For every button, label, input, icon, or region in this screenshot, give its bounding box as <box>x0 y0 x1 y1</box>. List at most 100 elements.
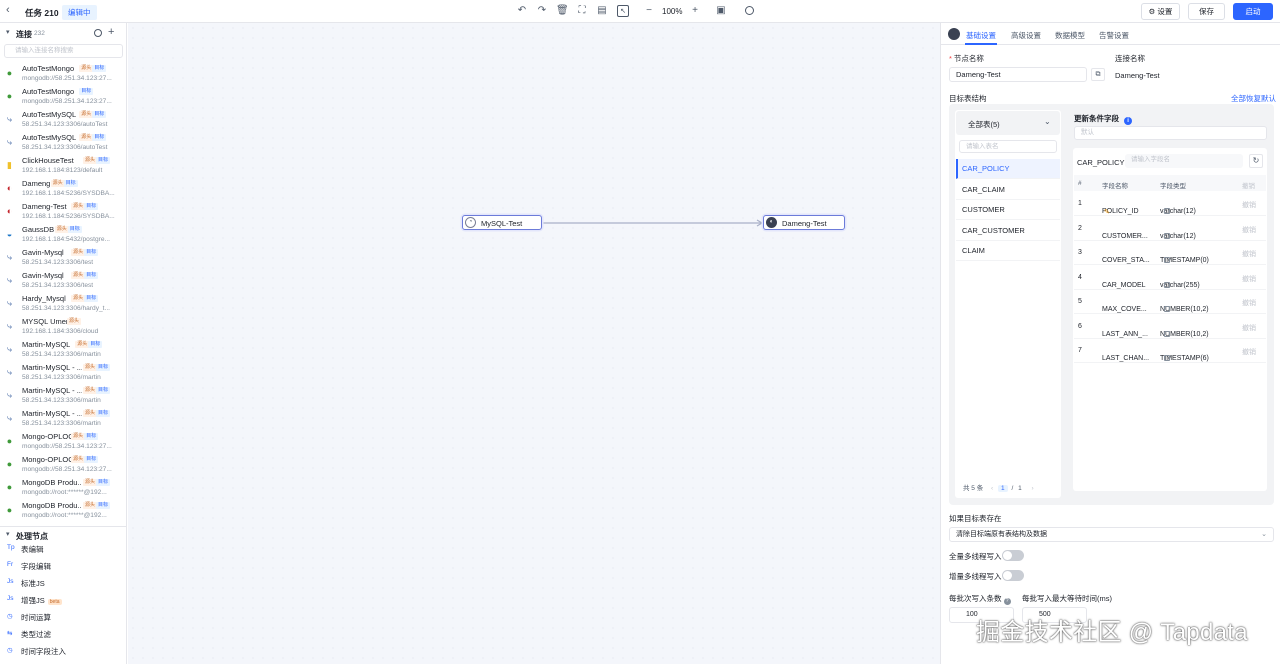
search-icon[interactable] <box>94 29 102 37</box>
table-list-item[interactable]: CAR_CLAIM <box>956 179 1060 200</box>
node-name-input[interactable]: Dameng-Test <box>949 67 1087 82</box>
pager-current[interactable]: 1 <box>998 485 1008 492</box>
connection-item[interactable]: ⤷ Gavin-Mysql 源头 目标 58.251.34.123:3306/test <box>0 269 126 292</box>
all-tables-dropdown[interactable]: 全部表(5) ⌄ <box>956 111 1060 135</box>
connection-item[interactable]: ◒ GaussDB 源头 目标 192.168.1.184:5432/postgre..… <box>0 223 126 246</box>
target-node[interactable]: ◐ Dameng-Test <box>763 215 845 230</box>
save-button[interactable]: 保存 <box>1188 3 1225 20</box>
zoom-in-icon[interactable]: + <box>689 5 701 17</box>
undo-link[interactable]: 撤销 <box>1242 347 1256 357</box>
dag-canvas[interactable]: ◔ MySQL-Test ◐ Dameng-Test <box>128 23 940 664</box>
processor-item[interactable]: Tp 表编辑 <box>0 540 126 557</box>
connection-address: 192.168.1.184:5236/SYSDBA... <box>22 213 115 220</box>
source-tag: 源头 <box>71 456 86 463</box>
connection-item[interactable]: ⤷ Martin-MySQL 源头 目标 58.251.34.123:3306/mart… <box>0 338 126 361</box>
target-tag: 目标 <box>84 295 99 302</box>
copy-icon[interactable]: ⧉ <box>1091 68 1105 81</box>
connection-item[interactable]: ● AutoTestMongo 目标 mongodb://58.251.34.123:… <box>0 85 126 108</box>
processor-item[interactable]: Js 增强JS beta <box>0 591 126 608</box>
field-row[interactable]: 2 CUSTOMER... varchar(12) 撤销 <box>1074 216 1266 241</box>
if-table-exists-select[interactable]: 清除目标端原有表结构及数据 ⌄ <box>949 527 1274 542</box>
edit-icon[interactable] <box>1164 281 1170 288</box>
undo-link[interactable]: 撤销 <box>1242 323 1256 333</box>
connection-item[interactable]: ⤷ Martin-MySQL - ... 源头 目标 58.251.34.123:330… <box>0 361 126 384</box>
fit-view-icon[interactable]: ⛶ <box>576 5 588 17</box>
connections-header[interactable]: ▾ 连接 232 + <box>0 25 126 41</box>
connection-item[interactable]: ⤷ AutoTestMySQL 源头 目标 58.251.34.123:3306/aut… <box>0 108 126 131</box>
edit-icon[interactable] <box>1164 232 1170 239</box>
processor-item[interactable]: ⇆ 类型过滤 <box>0 625 126 642</box>
tab-data-model[interactable]: 数据模型 <box>1055 30 1085 41</box>
table-search-input[interactable]: 请输入表名 <box>959 140 1057 153</box>
field-row[interactable]: 4 CAR_MODEL varchar(255) 撤销 <box>1074 265 1266 290</box>
incremental-multithread-toggle[interactable] <box>1002 570 1024 581</box>
edit-icon[interactable] <box>1164 330 1170 337</box>
refresh-icon[interactable]: ↻ <box>1249 154 1263 168</box>
tab-advanced[interactable]: 高级设置 <box>1011 30 1041 41</box>
connection-item[interactable]: ⤷ Gavin-Mysql 源头 目标 58.251.34.123:3306/test <box>0 246 126 269</box>
minimap-icon[interactable]: ▣ <box>715 5 727 17</box>
add-icon[interactable]: + <box>108 26 114 38</box>
connection-item[interactable]: ● AutoTestMongo 源头 目标 mongodb://58.251.34.12… <box>0 62 126 85</box>
source-node[interactable]: ◔ MySQL-Test <box>462 215 542 230</box>
tab-alert[interactable]: 告警设置 <box>1099 30 1129 41</box>
processor-item[interactable]: Js 标准JS <box>0 574 126 591</box>
settings-button[interactable]: ⚙ 设置 <box>1141 3 1180 20</box>
connection-name: AutoTestMongo <box>22 64 75 73</box>
connection-search-input[interactable]: 请输入连接名称搜索 <box>4 44 123 58</box>
auto-layout-icon[interactable]: ▤ <box>596 5 608 17</box>
mysql-dolphin-icon: ⤷ <box>6 275 13 285</box>
processor-item[interactable]: ◷ 时间字段注入 <box>0 642 126 659</box>
update-condition-select[interactable]: 默认 <box>1074 126 1267 140</box>
connection-item[interactable]: ▮ ClickHouseTest 源头 目标 192.168.1.184:8123/de… <box>0 154 126 177</box>
edit-icon[interactable] <box>1164 257 1170 263</box>
tab-basic[interactable]: 基础设置 <box>966 30 996 41</box>
edit-icon[interactable] <box>1164 208 1170 214</box>
chevron-left-icon[interactable]: ‹ <box>6 4 10 16</box>
pager-next-icon[interactable]: › <box>1032 485 1034 492</box>
pager-prev-icon[interactable]: ‹ <box>991 485 993 492</box>
connection-item[interactable]: ● Mongo-OPLOG 源头 目标 mongodb://58.251.34.123:… <box>0 453 126 476</box>
field-row[interactable]: 7 LAST_CHAN... TIMESTAMP(6) 撤销 <box>1074 339 1266 363</box>
field-row[interactable]: 1 POLICY_ID ✎ varchar(12) 撤销 <box>1074 192 1266 216</box>
undo-link[interactable]: 撤销 <box>1242 274 1256 284</box>
processor-item[interactable]: Fr 字段编辑 <box>0 557 126 574</box>
start-button[interactable]: 启动 <box>1233 3 1273 20</box>
restore-all-defaults-link[interactable]: 全部恢复默认 <box>1231 93 1276 104</box>
table-list-item[interactable]: CUSTOMER <box>956 200 1060 221</box>
connection-item[interactable]: ⤷ Hardy_Mysql 源头 目标 58.251.34.123:3306/hardy… <box>0 292 126 315</box>
connection-item[interactable]: ⤷ Martin-MySQL - ... 源头 目标 58.251.34.123:330… <box>0 407 126 430</box>
full-multithread-toggle[interactable] <box>1002 550 1024 561</box>
zoom-out-icon[interactable]: − <box>643 5 655 17</box>
connection-item[interactable]: ⤷ MYSQL Umer 源头 192.168.1.184:3306/cloud <box>0 315 126 338</box>
connection-item[interactable]: ● MongoDB Produ... 源头 目标 mongodb://root:****… <box>0 476 126 499</box>
redo-icon[interactable]: ↷ <box>536 5 548 17</box>
undo-link[interactable]: 撤销 <box>1242 200 1256 210</box>
connection-item[interactable]: ◐ Dameng 源头 目标 192.168.1.184:5236/SYSDBA... <box>0 177 126 200</box>
undo-link[interactable]: 撤销 <box>1242 225 1256 235</box>
processor-name: 标准JS <box>21 579 45 588</box>
connection-name: Dameng-Test <box>22 202 67 211</box>
delete-icon[interactable]: 🗑 <box>556 5 569 17</box>
target-tag: 目标 <box>88 341 103 348</box>
select-mode-icon[interactable]: ↖ <box>617 5 629 17</box>
edit-icon[interactable] <box>1164 355 1170 361</box>
connection-item[interactable]: ⤷ Martin-MySQL - ... 源头 目标 58.251.34.123:330… <box>0 384 126 407</box>
table-list-item[interactable]: CAR_POLICY <box>956 159 1060 179</box>
edit-icon[interactable] <box>1164 306 1170 312</box>
connection-item[interactable]: ● MongoDB Produ... 源头 目标 mongodb://root:****… <box>0 499 126 522</box>
undo-link[interactable]: 撤销 <box>1242 298 1256 308</box>
field-search-input[interactable]: 请输入字段名 <box>1125 154 1243 168</box>
field-row[interactable]: 3 COVER_STA... TIMESTAMP(0) 撤销 <box>1074 241 1266 265</box>
undo-icon[interactable]: ↶ <box>516 5 528 17</box>
table-list-item[interactable]: CLAIM <box>956 241 1060 262</box>
undo-link[interactable]: 撤销 <box>1242 249 1256 259</box>
table-list-item[interactable]: CAR_CUSTOMER <box>956 220 1060 241</box>
field-row[interactable]: 5 MAX_COVE... NUMBER(10,2) 撤销 <box>1074 290 1266 314</box>
field-row[interactable]: 6 LAST_ANN_... NUMBER(10,2) 撤销 <box>1074 314 1266 339</box>
processor-item[interactable]: ◷ 时间运算 <box>0 608 126 625</box>
connection-item[interactable]: ⤷ AutoTestMySQL 源头 目标 58.251.34.123:3306/aut… <box>0 131 126 154</box>
connection-item[interactable]: ● Mongo-OPLOG 源头 目标 mongodb://58.251.34.123:… <box>0 430 126 453</box>
search-icon[interactable] <box>745 6 754 15</box>
connection-item[interactable]: ◐ Dameng-Test 源头 目标 192.168.1.184:5236/SYSDB… <box>0 200 126 223</box>
